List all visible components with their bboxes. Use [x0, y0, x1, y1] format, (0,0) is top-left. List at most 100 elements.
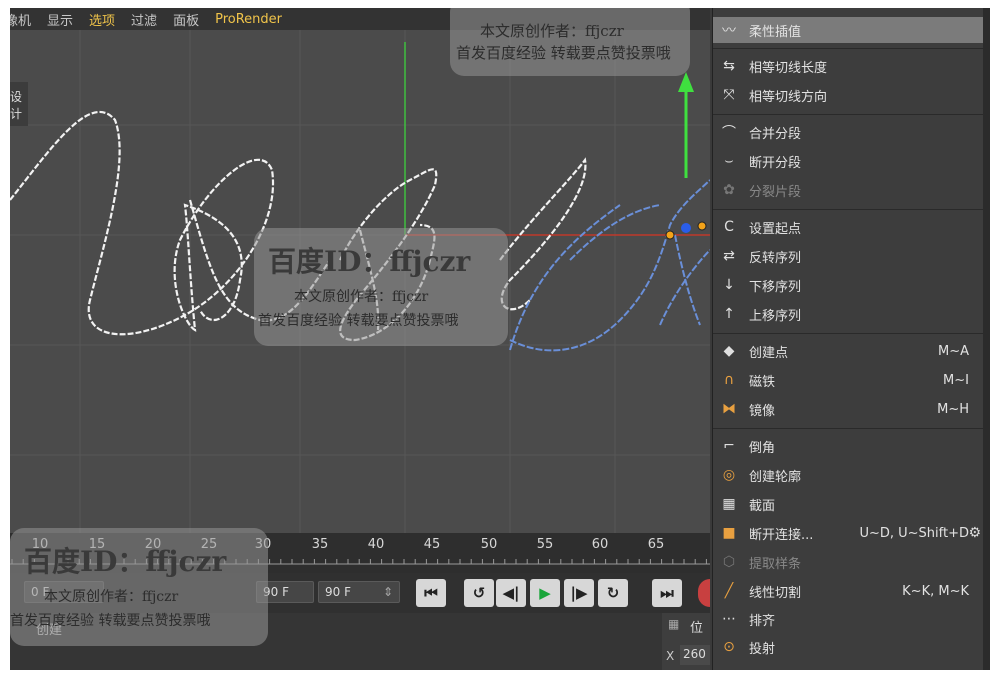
menu-display[interactable]: 显示 — [47, 10, 73, 29]
menu-item[interactable]: ◎ 创建轮廓 — [713, 462, 983, 488]
watermark-line2: 首发百度经验 转载要点赞投票哦 — [10, 613, 211, 629]
menu-item-label: 断开分段 — [749, 155, 802, 171]
menu-item-label: 下移序列 — [749, 279, 802, 295]
menu-item[interactable]: ∩ 磁铁 M~I — [713, 367, 983, 393]
menu-separator — [713, 114, 983, 115]
menu-item-shortcut: M~A — [937, 343, 969, 359]
menu-item[interactable]: ✿ 分裂片段 — [713, 177, 983, 203]
menu-item[interactable]: ╱ 线性切割 K~K, M~K — [713, 578, 983, 604]
tick-label: 65 — [647, 537, 665, 552]
menu-item-label: 反转序列 — [749, 250, 802, 266]
go-to-end-button[interactable]: ⏭ — [652, 579, 682, 607]
menu-options[interactable]: 选项 — [89, 10, 115, 29]
menu-item-label: 相等切线长度 — [749, 60, 828, 76]
menu-item[interactable]: ⧓ 镜像 M~H — [713, 396, 983, 422]
menu-prorender[interactable]: ProRender — [215, 12, 282, 27]
menu-item-label: 柔性插值 — [749, 24, 802, 40]
menu-item-label: 倒角 — [749, 440, 776, 456]
menu-item-label: 相等切线方向 — [749, 89, 828, 105]
mirror-icon: ⧓ — [722, 401, 736, 417]
extract-spline-icon: ⬡ — [722, 554, 736, 570]
tick-label: 45 — [423, 537, 441, 552]
break-segment-icon: ⌣ — [724, 153, 734, 169]
menu-item[interactable]: ↑ 上移序列 — [713, 301, 983, 327]
menu-item-label: 上移序列 — [749, 308, 802, 324]
watermark-line2: 首发百度经验 转载要点赞投票哦 — [456, 44, 671, 62]
menu-item-label: 断开连接... — [749, 527, 814, 543]
menu-item-label: 合并分段 — [749, 126, 802, 142]
menu-item[interactable]: C 设置起点 — [713, 214, 983, 240]
record-button[interactable] — [698, 579, 710, 607]
chamfer-icon: ⌐ — [723, 438, 735, 454]
menu-item-label: 投射 — [749, 641, 776, 657]
watermark-id: 百度ID：ffjczr — [268, 245, 471, 278]
selected-spline — [509, 179, 710, 352]
tick-label: 50 — [480, 537, 498, 552]
coord-x-field[interactable]: 260 — [680, 645, 710, 665]
set-first-point-icon: C — [724, 219, 734, 235]
viewport-side-tab[interactable]: 设计 — [10, 82, 28, 126]
menu-separator — [713, 333, 983, 334]
play-button[interactable]: ▶ — [530, 579, 560, 607]
menu-item[interactable]: ⊙ 投射 — [713, 634, 983, 660]
menu-item-label: 设置起点 — [749, 221, 802, 237]
project-icon: ⊙ — [723, 639, 735, 655]
menu-item[interactable]: ⌣ 断开分段 — [713, 148, 983, 174]
watermark-line1: 本文原创作者：ffjczr — [480, 22, 624, 40]
menu-item-label: 提取样条 — [749, 556, 802, 572]
max-frame-field[interactable]: 90 F ⇕ — [318, 581, 400, 603]
menu-item[interactable]: ⌒ 合并分段 — [713, 119, 983, 145]
tick-label: 60 — [591, 537, 609, 552]
menu-filter[interactable]: 过滤 — [131, 10, 157, 29]
menu-item[interactable]: ↓ 下移序列 — [713, 272, 983, 298]
menu-item[interactable]: ⇆ 相等切线长度 — [713, 53, 983, 79]
coord-header: 位 — [690, 621, 704, 636]
menu-item-label: 排齐 — [749, 613, 776, 629]
magnet-icon: ∩ — [723, 372, 735, 388]
move-up-sequence-icon: ↑ — [723, 306, 735, 322]
menu-item[interactable]: ▦ 截面 — [713, 491, 983, 517]
watermark-bottom: 百度ID：ffjczr 本文原创作者：ffjczr 首发百度经验 转载要点赞投票… — [10, 528, 268, 646]
menu-item[interactable]: ⤧ 相等切线方向 — [713, 82, 983, 108]
join-segment-icon: ⌒ — [722, 125, 736, 141]
go-to-start-button[interactable]: ⏮ — [416, 579, 446, 607]
previous-frame-button[interactable]: ◀| — [496, 579, 526, 607]
explode-segments-icon: ✿ — [723, 182, 735, 198]
menu-item[interactable]: ⌐ 倒角 — [713, 433, 983, 459]
menu-item[interactable]: 〰柔性插值 — [713, 17, 983, 43]
move-down-sequence-icon: ↓ — [723, 277, 735, 293]
next-key-button[interactable]: ↻ — [598, 579, 628, 607]
arrange-icon: ⋯ — [722, 611, 736, 627]
menu-camera[interactable]: 摄像机 — [10, 10, 31, 29]
menu-separator — [713, 48, 983, 49]
coordinates-panel: ▦ 位 X 260 — [662, 613, 710, 670]
menu-separator — [713, 428, 983, 429]
watermark-line1: 本文原创作者：ffjczr — [294, 289, 429, 305]
menu-panel[interactable]: 面板 — [173, 10, 199, 29]
menu-item[interactable]: ⇄ 反转序列 — [713, 243, 983, 269]
menu-item[interactable]: ◆ 创建点 M~A — [713, 338, 983, 364]
next-frame-button[interactable]: |▶ — [564, 579, 594, 607]
tick-label: 35 — [311, 537, 329, 552]
menu-item[interactable]: ⬡ 提取样条 — [713, 549, 983, 575]
equal-tangent-direction-icon: ⤧ — [723, 87, 735, 103]
menu-item-shortcut: M~I — [943, 372, 969, 388]
menu-item-label: 镜像 — [749, 403, 776, 419]
create-point-icon: ◆ — [723, 343, 735, 359]
menu-item-label: 线性切割 — [749, 585, 802, 601]
menu-item-label: 分裂片段 — [749, 184, 802, 200]
previous-key-button[interactable]: ↺ — [464, 579, 494, 607]
watermark-line1: 本文原创作者：ffjczr — [44, 589, 179, 605]
max-frame-value: 90 F — [325, 585, 351, 599]
create-outline-icon: ◎ — [722, 467, 736, 483]
equal-tangent-length-icon: ⇆ — [723, 58, 735, 74]
menu-item[interactable]: ⋯ 排齐 — [713, 606, 983, 632]
line-cut-icon: ╱ — [724, 583, 734, 599]
cross-section-icon: ▦ — [722, 496, 736, 512]
tick-label: 40 — [367, 537, 385, 552]
disconnect-icon: ■ — [722, 525, 736, 541]
menu-item[interactable]: ■ 断开连接... U~D, U~Shift+D ⚙ — [713, 520, 983, 546]
menu-item-label: 创建点 — [749, 345, 789, 361]
reverse-sequence-icon: ⇄ — [723, 248, 735, 264]
settings-gear-icon[interactable]: ⚙ — [968, 525, 981, 541]
